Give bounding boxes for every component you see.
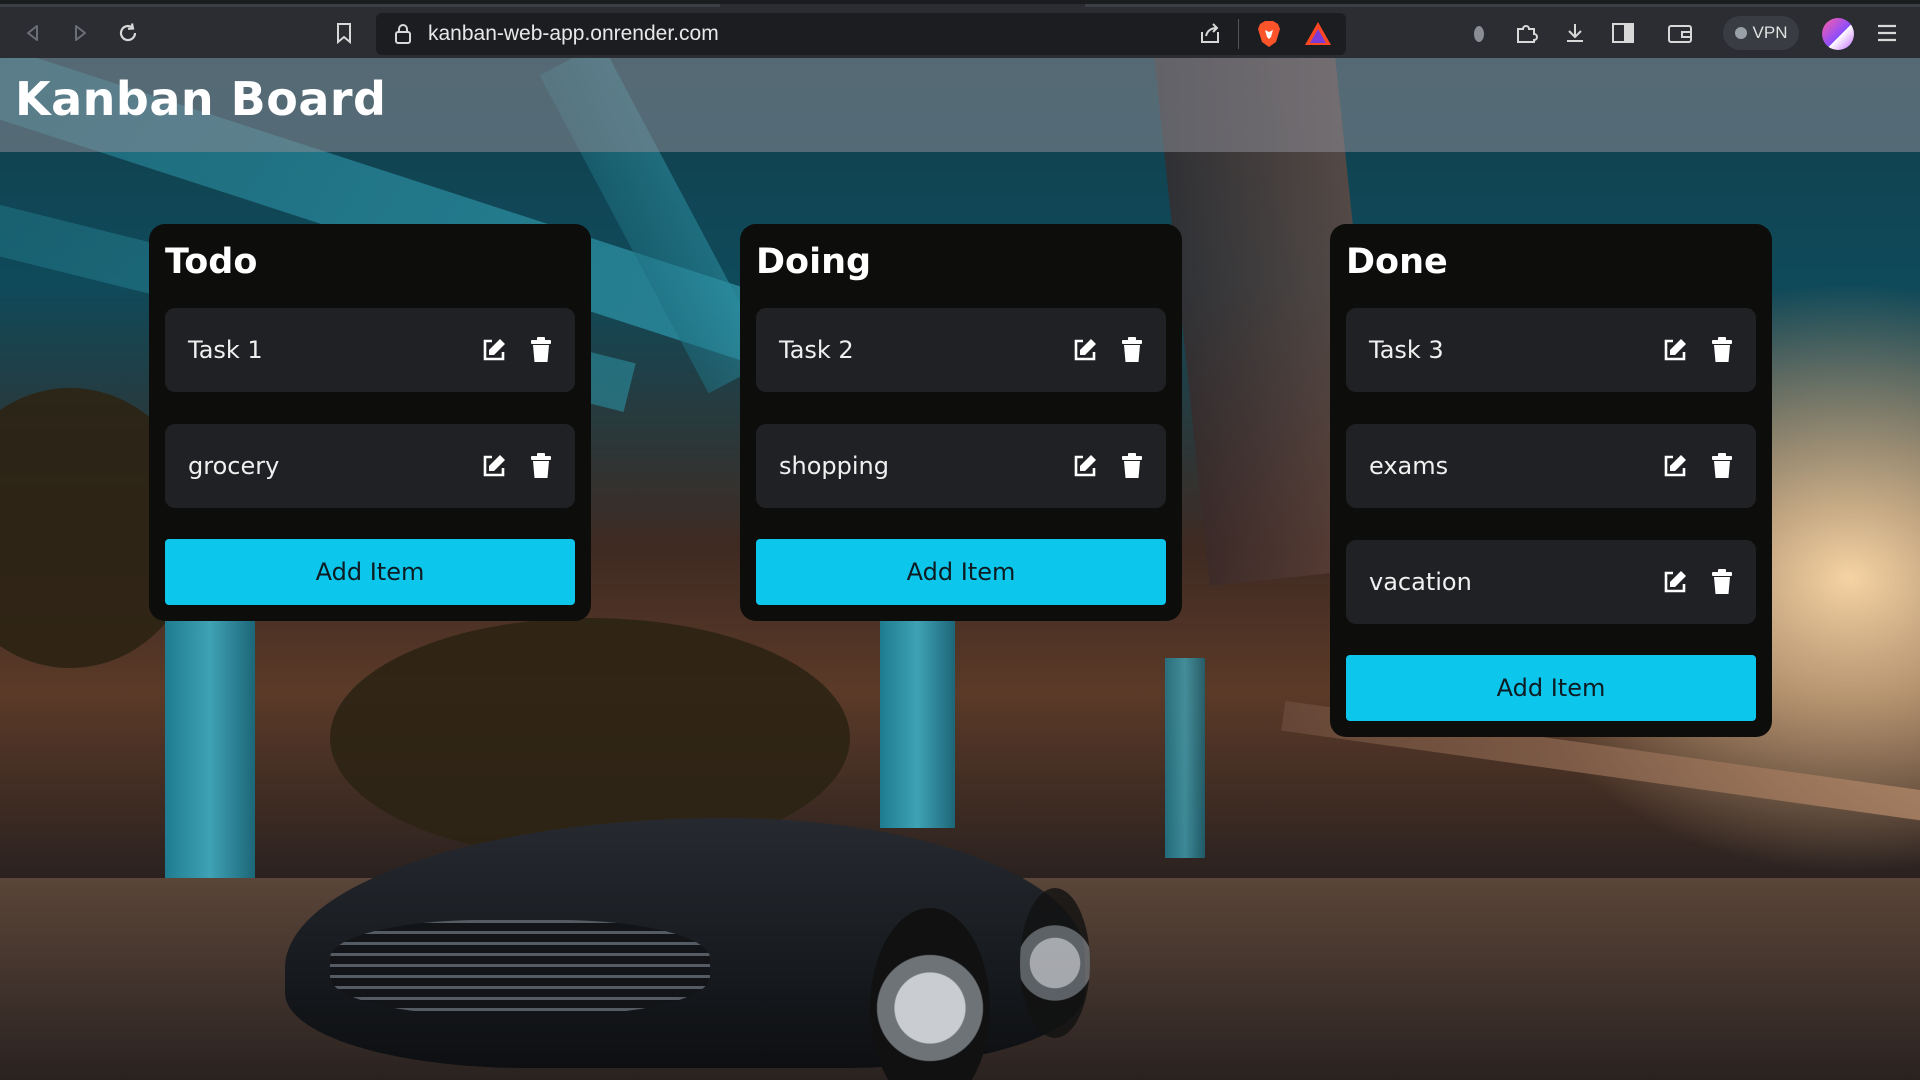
profile-avatar[interactable] (1822, 18, 1854, 50)
wallet-icon[interactable] (1665, 18, 1695, 48)
column-doing: Doing Task 2 shopping Add Item (740, 224, 1182, 621)
menu-icon[interactable] (1872, 18, 1902, 48)
trash-icon[interactable] (1704, 448, 1740, 484)
vpn-label: VPN (1752, 23, 1788, 42)
vpn-button[interactable]: VPN (1723, 16, 1799, 50)
url-text: kanban-web-app.onrender.com (428, 22, 719, 45)
column-title: Doing (756, 242, 872, 282)
pillar (1165, 658, 1205, 858)
edit-icon[interactable] (476, 332, 512, 368)
page-title: Kanban Board (15, 72, 387, 126)
trash-icon[interactable] (1704, 564, 1740, 600)
task-label: Task 1 (188, 336, 263, 364)
brave-rewards-icon[interactable] (1304, 21, 1332, 51)
edit-icon[interactable] (1657, 332, 1693, 368)
task-card[interactable]: exams (1346, 424, 1756, 508)
task-label: vacation (1369, 568, 1472, 596)
trash-icon[interactable] (1704, 332, 1740, 368)
lock-icon (394, 23, 412, 49)
edit-icon[interactable] (1657, 448, 1693, 484)
task-label: shopping (779, 452, 889, 480)
task-card[interactable]: Task 2 (756, 308, 1166, 392)
column-todo: Todo Task 1 grocery Add Item (149, 224, 591, 621)
extension-dot-icon[interactable] (1464, 18, 1494, 48)
edit-icon[interactable] (476, 448, 512, 484)
address-bar[interactable]: kanban-web-app.onrender.com (376, 13, 1346, 55)
task-label: Task 2 (779, 336, 854, 364)
app-header: Kanban Board (0, 58, 1920, 152)
browser-toolbar: kanban-web-app.onrender.com VPN (0, 0, 1920, 58)
task-card[interactable]: grocery (165, 424, 575, 508)
add-item-button[interactable]: Add Item (756, 539, 1166, 605)
edit-icon[interactable] (1657, 564, 1693, 600)
car-wheel (1020, 888, 1090, 1038)
extension-puzzle-icon[interactable] (1511, 18, 1541, 48)
task-label: Task 3 (1369, 336, 1444, 364)
bookmark-icon[interactable] (329, 18, 359, 48)
task-label: grocery (188, 452, 280, 480)
task-card[interactable]: shopping (756, 424, 1166, 508)
task-card[interactable]: vacation (1346, 540, 1756, 624)
trash-icon[interactable] (523, 332, 559, 368)
trash-icon[interactable] (1114, 448, 1150, 484)
column-done: Done Task 3 exams vacation Add Item (1330, 224, 1772, 737)
divider (1238, 19, 1239, 49)
back-icon[interactable] (18, 18, 48, 48)
reload-icon[interactable] (113, 18, 143, 48)
edit-icon[interactable] (1067, 448, 1103, 484)
trash-icon[interactable] (1114, 332, 1150, 368)
task-card[interactable]: Task 1 (165, 308, 575, 392)
sidebar-icon[interactable] (1608, 18, 1638, 48)
share-icon[interactable] (1198, 22, 1222, 50)
brave-shield-icon[interactable] (1256, 20, 1282, 52)
task-card[interactable]: Task 3 (1346, 308, 1756, 392)
add-item-button[interactable]: Add Item (165, 539, 575, 605)
tab-strip (0, 4, 720, 7)
add-item-button[interactable]: Add Item (1346, 655, 1756, 721)
tab-strip-right (1085, 4, 1920, 7)
column-title: Todo (165, 242, 258, 282)
pillar (880, 598, 955, 828)
vpn-status-icon (1734, 27, 1747, 39)
column-title: Done (1346, 242, 1448, 282)
edit-icon[interactable] (1067, 332, 1103, 368)
car-grille (330, 920, 710, 1015)
forward-icon[interactable] (65, 18, 95, 48)
trash-icon[interactable] (523, 448, 559, 484)
task-label: exams (1369, 452, 1449, 480)
download-icon[interactable] (1560, 18, 1590, 48)
